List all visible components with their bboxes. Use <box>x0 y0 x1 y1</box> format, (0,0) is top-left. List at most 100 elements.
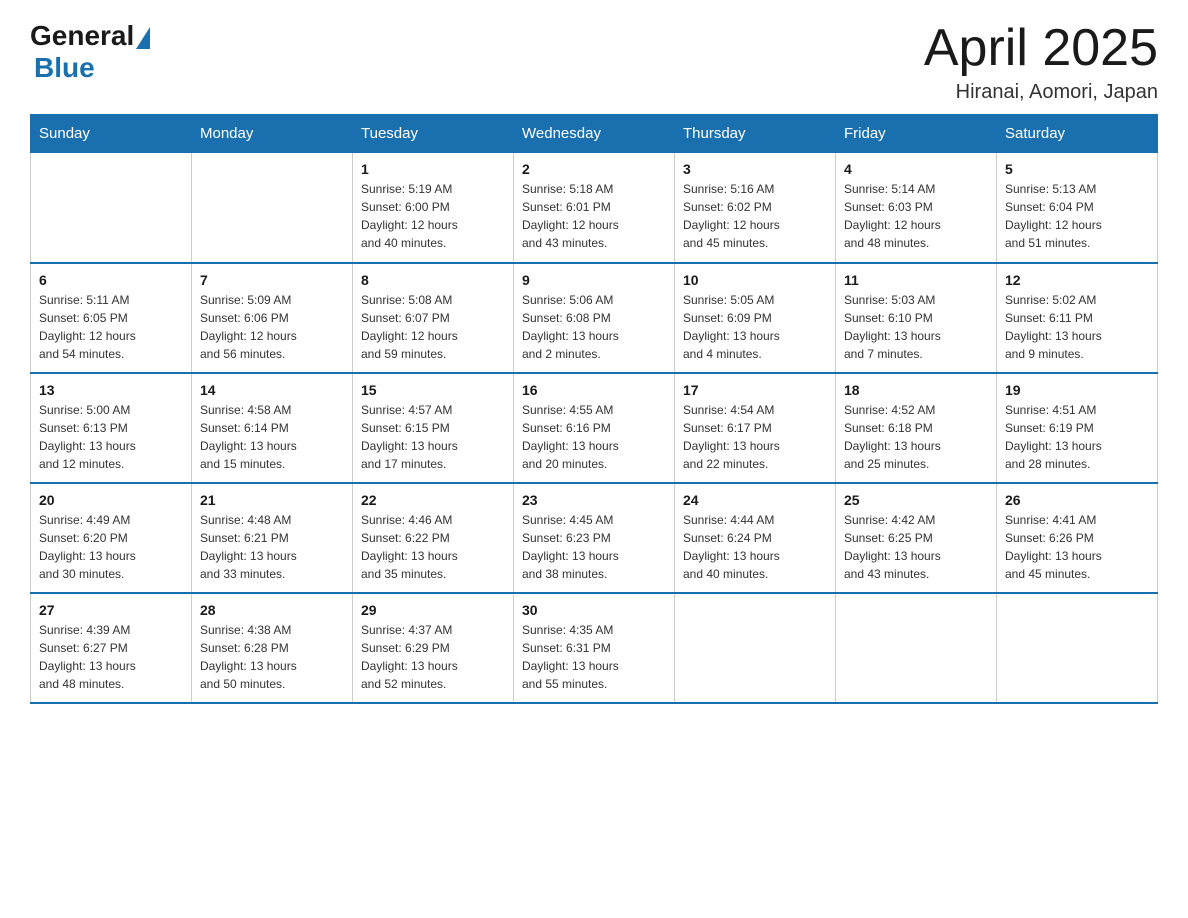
calendar-cell <box>675 593 836 703</box>
day-info: Sunrise: 5:18 AM Sunset: 6:01 PM Dayligh… <box>522 180 666 252</box>
day-number: 4 <box>844 161 988 177</box>
day-info: Sunrise: 5:02 AM Sunset: 6:11 PM Dayligh… <box>1005 291 1149 363</box>
calendar-cell: 24 Sunrise: 4:44 AM Sunset: 6:24 PM Dayli… <box>675 483 836 593</box>
day-info: Sunrise: 4:42 AM Sunset: 6:25 PM Dayligh… <box>844 511 988 583</box>
day-number: 19 <box>1005 382 1149 398</box>
week-row-4: 20 Sunrise: 4:49 AM Sunset: 6:20 PM Dayli… <box>31 483 1158 593</box>
day-number: 21 <box>200 492 344 508</box>
day-info: Sunrise: 4:49 AM Sunset: 6:20 PM Dayligh… <box>39 511 183 583</box>
day-info: Sunrise: 4:45 AM Sunset: 6:23 PM Dayligh… <box>522 511 666 583</box>
week-row-1: 1 Sunrise: 5:19 AM Sunset: 6:00 PM Daylig… <box>31 153 1158 263</box>
calendar-cell: 28 Sunrise: 4:38 AM Sunset: 6:28 PM Dayli… <box>192 593 353 703</box>
calendar-cell: 7 Sunrise: 5:09 AM Sunset: 6:06 PM Daylig… <box>192 263 353 373</box>
calendar-cell: 19Sunrise: 4:51 AM Sunset: 6:19 PM Dayli… <box>997 373 1158 483</box>
calendar-table: SundayMondayTuesdayWednesdayThursdayFrid… <box>30 114 1158 704</box>
day-number: 26 <box>1005 492 1149 508</box>
day-info: Sunrise: 5:09 AM Sunset: 6:06 PM Dayligh… <box>200 291 344 363</box>
logo-triangle-icon <box>136 27 150 49</box>
calendar-cell: 20 Sunrise: 4:49 AM Sunset: 6:20 PM Dayli… <box>31 483 192 593</box>
day-info: Sunrise: 4:46 AM Sunset: 6:22 PM Dayligh… <box>361 511 505 583</box>
month-title: April 2025 <box>924 20 1158 77</box>
day-number: 6 <box>39 272 183 288</box>
calendar-cell: 30 Sunrise: 4:35 AM Sunset: 6:31 PM Dayli… <box>514 593 675 703</box>
calendar-cell: 3Sunrise: 5:16 AM Sunset: 6:02 PM Daylig… <box>675 153 836 263</box>
week-row-2: 6Sunrise: 5:11 AM Sunset: 6:05 PM Daylig… <box>31 263 1158 373</box>
header-row: SundayMondayTuesdayWednesdayThursdayFrid… <box>31 115 1158 153</box>
day-number: 11 <box>844 272 988 288</box>
day-header-tuesday: Tuesday <box>353 115 514 153</box>
day-info: Sunrise: 5:14 AM Sunset: 6:03 PM Dayligh… <box>844 180 988 252</box>
day-header-friday: Friday <box>836 115 997 153</box>
page-header: General Blue April 2025 Hiranai, Aomori,… <box>30 20 1158 104</box>
calendar-cell: 27 Sunrise: 4:39 AM Sunset: 6:27 PM Dayli… <box>31 593 192 703</box>
calendar-cell: 18 Sunrise: 4:52 AM Sunset: 6:18 PM Dayli… <box>836 373 997 483</box>
day-number: 29 <box>361 602 505 618</box>
day-number: 28 <box>200 602 344 618</box>
day-number: 10 <box>683 272 827 288</box>
day-info: Sunrise: 4:55 AM Sunset: 6:16 PM Dayligh… <box>522 401 666 473</box>
calendar-cell: 10 Sunrise: 5:05 AM Sunset: 6:09 PM Dayli… <box>675 263 836 373</box>
location: Hiranai, Aomori, Japan <box>924 81 1158 104</box>
day-info: Sunrise: 4:52 AM Sunset: 6:18 PM Dayligh… <box>844 401 988 473</box>
calendar-cell: 15Sunrise: 4:57 AM Sunset: 6:15 PM Dayli… <box>353 373 514 483</box>
calendar-cell: 4 Sunrise: 5:14 AM Sunset: 6:03 PM Daylig… <box>836 153 997 263</box>
calendar-cell: 1 Sunrise: 5:19 AM Sunset: 6:00 PM Daylig… <box>353 153 514 263</box>
week-row-3: 13 Sunrise: 5:00 AM Sunset: 6:13 PM Dayli… <box>31 373 1158 483</box>
calendar-cell: 17Sunrise: 4:54 AM Sunset: 6:17 PM Dayli… <box>675 373 836 483</box>
calendar-cell: 11Sunrise: 5:03 AM Sunset: 6:10 PM Dayli… <box>836 263 997 373</box>
day-number: 27 <box>39 602 183 618</box>
day-info: Sunrise: 4:39 AM Sunset: 6:27 PM Dayligh… <box>39 621 183 693</box>
day-number: 20 <box>39 492 183 508</box>
day-number: 3 <box>683 161 827 177</box>
calendar-cell <box>192 153 353 263</box>
day-info: Sunrise: 4:58 AM Sunset: 6:14 PM Dayligh… <box>200 401 344 473</box>
day-header-thursday: Thursday <box>675 115 836 153</box>
day-info: Sunrise: 5:00 AM Sunset: 6:13 PM Dayligh… <box>39 401 183 473</box>
day-info: Sunrise: 4:37 AM Sunset: 6:29 PM Dayligh… <box>361 621 505 693</box>
day-info: Sunrise: 4:41 AM Sunset: 6:26 PM Dayligh… <box>1005 511 1149 583</box>
logo-blue-text: Blue <box>34 52 95 84</box>
calendar-cell: 26 Sunrise: 4:41 AM Sunset: 6:26 PM Dayli… <box>997 483 1158 593</box>
calendar-cell: 12 Sunrise: 5:02 AM Sunset: 6:11 PM Dayli… <box>997 263 1158 373</box>
logo: General Blue <box>30 20 152 84</box>
day-info: Sunrise: 4:44 AM Sunset: 6:24 PM Dayligh… <box>683 511 827 583</box>
calendar-cell <box>997 593 1158 703</box>
day-info: Sunrise: 4:38 AM Sunset: 6:28 PM Dayligh… <box>200 621 344 693</box>
calendar-cell: 16 Sunrise: 4:55 AM Sunset: 6:16 PM Dayli… <box>514 373 675 483</box>
day-number: 1 <box>361 161 505 177</box>
calendar-cell: 6Sunrise: 5:11 AM Sunset: 6:05 PM Daylig… <box>31 263 192 373</box>
calendar-cell <box>31 153 192 263</box>
day-info: Sunrise: 4:35 AM Sunset: 6:31 PM Dayligh… <box>522 621 666 693</box>
day-number: 12 <box>1005 272 1149 288</box>
calendar-cell: 8Sunrise: 5:08 AM Sunset: 6:07 PM Daylig… <box>353 263 514 373</box>
day-number: 24 <box>683 492 827 508</box>
logo-general-text: General <box>30 20 134 52</box>
calendar-cell: 21 Sunrise: 4:48 AM Sunset: 6:21 PM Dayli… <box>192 483 353 593</box>
calendar-cell: 22 Sunrise: 4:46 AM Sunset: 6:22 PM Dayli… <box>353 483 514 593</box>
calendar-cell: 5Sunrise: 5:13 AM Sunset: 6:04 PM Daylig… <box>997 153 1158 263</box>
day-header-wednesday: Wednesday <box>514 115 675 153</box>
day-header-monday: Monday <box>192 115 353 153</box>
day-header-sunday: Sunday <box>31 115 192 153</box>
day-info: Sunrise: 5:19 AM Sunset: 6:00 PM Dayligh… <box>361 180 505 252</box>
day-number: 14 <box>200 382 344 398</box>
day-number: 2 <box>522 161 666 177</box>
day-number: 16 <box>522 382 666 398</box>
day-info: Sunrise: 5:05 AM Sunset: 6:09 PM Dayligh… <box>683 291 827 363</box>
day-info: Sunrise: 4:48 AM Sunset: 6:21 PM Dayligh… <box>200 511 344 583</box>
day-header-saturday: Saturday <box>997 115 1158 153</box>
day-number: 9 <box>522 272 666 288</box>
day-number: 15 <box>361 382 505 398</box>
calendar-cell: 23Sunrise: 4:45 AM Sunset: 6:23 PM Dayli… <box>514 483 675 593</box>
day-number: 18 <box>844 382 988 398</box>
day-info: Sunrise: 5:08 AM Sunset: 6:07 PM Dayligh… <box>361 291 505 363</box>
day-number: 7 <box>200 272 344 288</box>
week-row-5: 27 Sunrise: 4:39 AM Sunset: 6:27 PM Dayli… <box>31 593 1158 703</box>
day-number: 22 <box>361 492 505 508</box>
day-number: 5 <box>1005 161 1149 177</box>
day-number: 13 <box>39 382 183 398</box>
day-number: 30 <box>522 602 666 618</box>
calendar-cell: 25Sunrise: 4:42 AM Sunset: 6:25 PM Dayli… <box>836 483 997 593</box>
calendar-cell <box>836 593 997 703</box>
calendar-cell: 9Sunrise: 5:06 AM Sunset: 6:08 PM Daylig… <box>514 263 675 373</box>
